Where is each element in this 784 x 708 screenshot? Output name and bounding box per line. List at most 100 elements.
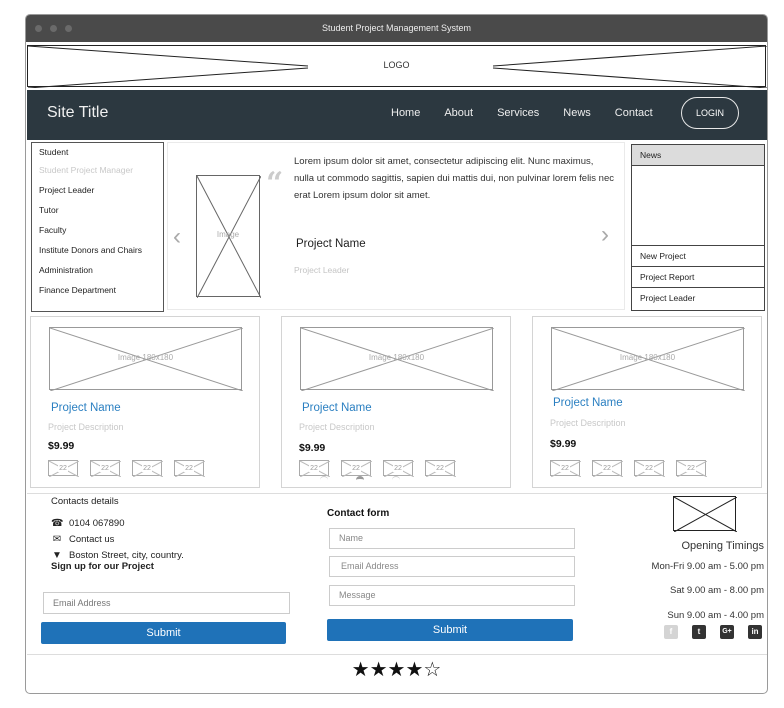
logo-text: LOGO bbox=[383, 60, 410, 70]
nav-link-news[interactable]: News bbox=[563, 107, 591, 119]
pagination-dot[interactable] bbox=[320, 476, 328, 480]
name-input[interactable]: Name bbox=[329, 528, 575, 549]
card-price: $9.99 bbox=[550, 438, 577, 450]
thumbnail[interactable]: 22 bbox=[592, 460, 623, 477]
news-item-new-project[interactable]: New Project bbox=[632, 246, 764, 267]
card-thumbnails: 22 22 22 22 bbox=[299, 460, 456, 477]
card-image: Image 180x180 bbox=[551, 327, 745, 391]
card-image-label: Image 180x180 bbox=[368, 353, 425, 362]
timings-title: Opening Timings bbox=[681, 540, 764, 552]
sidebar-item-institute-donors[interactable]: Institute Donors and Chairs bbox=[32, 243, 163, 263]
sidebar-item-student-project-manager[interactable]: Student Project Manager bbox=[32, 163, 163, 183]
card-project-name[interactable]: Project Name bbox=[302, 402, 372, 414]
thumbnail[interactable]: 22 bbox=[550, 460, 581, 477]
contact-form: Contact form Name Email Address Message … bbox=[327, 508, 577, 641]
sidebar-item-student[interactable]: Student bbox=[32, 143, 163, 163]
timing-weekdays: Mon-Fri 9.00 am - 5.00 pm bbox=[651, 561, 764, 572]
project-card[interactable]: Image 180x180 Project Name Project Descr… bbox=[30, 316, 260, 488]
thumbnail-label: 22 bbox=[644, 465, 654, 472]
star-filled-icon[interactable]: ★ bbox=[388, 659, 406, 681]
nav-link-services[interactable]: Services bbox=[497, 107, 539, 119]
thumbnail[interactable]: 22 bbox=[634, 460, 665, 477]
thumbnail[interactable]: 22 bbox=[90, 460, 121, 477]
sidebar-item-tutor[interactable]: Tutor bbox=[32, 203, 163, 223]
star-empty-icon[interactable]: ☆ bbox=[423, 659, 441, 681]
site-title[interactable]: Site Title bbox=[47, 104, 108, 122]
footer: Contacts details ☎ 0104 067890 ✉ Contact… bbox=[27, 493, 767, 655]
sidebar-item-faculty[interactable]: Faculty bbox=[32, 223, 163, 243]
google-plus-icon[interactable]: G+ bbox=[720, 625, 734, 639]
pagination-dot[interactable] bbox=[392, 476, 400, 480]
star-filled-icon[interactable]: ★ bbox=[352, 659, 370, 681]
logo-banner[interactable]: LOGO bbox=[27, 45, 767, 88]
contact-form-title: Contact form bbox=[327, 508, 390, 519]
message-input[interactable]: Message bbox=[329, 585, 575, 606]
title-bar: Student Project Management System bbox=[26, 15, 767, 42]
thumbnail-label: 22 bbox=[100, 465, 110, 472]
chevron-left-icon[interactable]: ‹ bbox=[173, 223, 181, 251]
twitter-icon[interactable]: t bbox=[692, 625, 706, 639]
thumbnail[interactable]: 22 bbox=[676, 460, 707, 477]
signup-email-input[interactable]: Email Address bbox=[43, 592, 290, 614]
card-project-name[interactable]: Project Name bbox=[51, 402, 121, 414]
card-price: $9.99 bbox=[48, 440, 75, 452]
card-image-label: Image 180x180 bbox=[619, 353, 676, 362]
login-button[interactable]: LOGIN bbox=[681, 97, 739, 129]
nav-link-home[interactable]: Home bbox=[391, 107, 420, 119]
star-rating[interactable]: ★★★★☆ bbox=[26, 657, 767, 682]
chevron-right-icon[interactable]: › bbox=[601, 221, 609, 249]
project-card[interactable]: Image 180x180 Project Name Project Descr… bbox=[532, 316, 762, 488]
facebook-icon[interactable]: f bbox=[664, 625, 678, 639]
news-item-project-leader[interactable]: Project Leader bbox=[632, 288, 764, 309]
contact-us-link[interactable]: Contact us bbox=[69, 534, 114, 545]
thumbnail[interactable]: 22 bbox=[132, 460, 163, 477]
sidebar-item-finance[interactable]: Finance Department bbox=[32, 283, 163, 303]
close-window-button[interactable] bbox=[35, 25, 42, 32]
thumbnail[interactable]: 22 bbox=[383, 460, 414, 477]
sidebar-menu: Student Student Project Manager Project … bbox=[31, 142, 164, 312]
contact-details: Contacts details ☎ 0104 067890 ✉ Contact… bbox=[41, 496, 311, 644]
address-text: Boston Street, city, country. bbox=[69, 549, 184, 561]
card-project-description: Project Description bbox=[550, 418, 626, 428]
news-item-project-report[interactable]: Project Report bbox=[632, 267, 764, 288]
star-filled-icon[interactable]: ★ bbox=[405, 659, 423, 681]
sidebar-item-administration[interactable]: Administration bbox=[32, 263, 163, 283]
news-panel: News New Project Project Report Project … bbox=[631, 144, 765, 311]
nav-link-contact[interactable]: Contact bbox=[615, 107, 653, 119]
card-image: Image 180x180 bbox=[49, 327, 243, 391]
news-content bbox=[632, 166, 764, 246]
signup-title: Sign up for our Project bbox=[51, 561, 154, 572]
card-image: Image 180x180 bbox=[300, 327, 494, 391]
minimize-window-button[interactable] bbox=[50, 25, 57, 32]
star-filled-icon[interactable]: ★ bbox=[370, 659, 388, 681]
thumbnail[interactable]: 22 bbox=[341, 460, 372, 477]
nav-links: Home About Services News Contact bbox=[391, 107, 677, 119]
maximize-window-button[interactable] bbox=[65, 25, 72, 32]
quote-icon: “ bbox=[266, 166, 284, 201]
project-card[interactable]: Image 180x180 Project Name Project Descr… bbox=[281, 316, 511, 488]
thumbnail-label: 22 bbox=[351, 465, 361, 472]
nav-link-about[interactable]: About bbox=[444, 107, 473, 119]
thumbnail-label: 22 bbox=[58, 465, 68, 472]
thumbnail[interactable]: 22 bbox=[174, 460, 205, 477]
contact-submit-button[interactable]: Submit bbox=[327, 619, 573, 641]
pagination-dot[interactable] bbox=[356, 476, 364, 480]
linkedin-icon[interactable]: in bbox=[748, 625, 762, 639]
map-marker-icon: ▼ bbox=[52, 549, 62, 561]
card-thumbnails: 22 22 22 22 bbox=[48, 460, 205, 477]
contact-email[interactable]: ✉ Contact us bbox=[51, 531, 311, 547]
timings-image-placeholder bbox=[673, 496, 737, 532]
thumbnail-label: 22 bbox=[435, 465, 445, 472]
carousel-pagination bbox=[320, 476, 400, 480]
thumbnail-label: 22 bbox=[602, 465, 612, 472]
carousel-project-name: Project Name bbox=[296, 238, 366, 250]
thumbnail[interactable]: 22 bbox=[48, 460, 79, 477]
thumbnail[interactable]: 22 bbox=[299, 460, 330, 477]
thumbnail-label: 22 bbox=[393, 465, 403, 472]
sidebar-item-project-leader[interactable]: Project Leader bbox=[32, 183, 163, 203]
email-input[interactable]: Email Address bbox=[329, 556, 575, 577]
thumbnail[interactable]: 22 bbox=[425, 460, 456, 477]
signup-submit-button[interactable]: Submit bbox=[41, 622, 286, 644]
card-project-name[interactable]: Project Name bbox=[553, 397, 623, 409]
thumbnail-label: 22 bbox=[560, 465, 570, 472]
